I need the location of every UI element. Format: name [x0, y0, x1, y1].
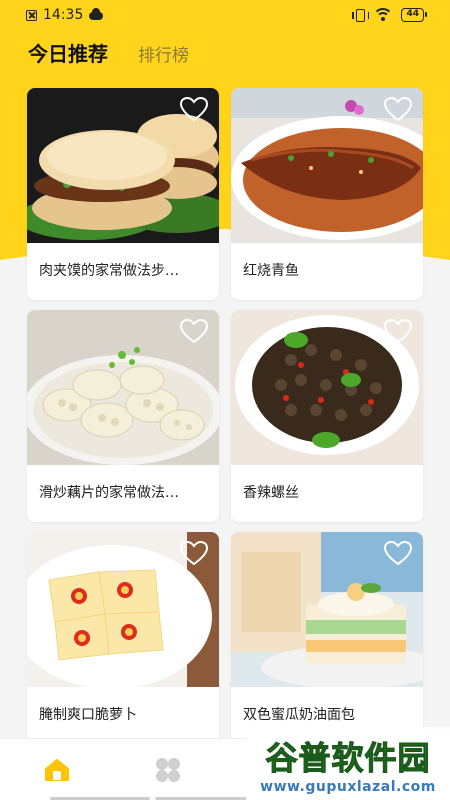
- battery-icon: 44: [401, 8, 427, 22]
- recipe-card[interactable]: 腌制爽口脆萝卜: [27, 532, 219, 744]
- watermark-url: www.gupuxlazal.com: [260, 778, 436, 795]
- home-icon[interactable]: [42, 757, 72, 783]
- recipe-card[interactable]: 肉夹馍的家常做法步…: [27, 88, 219, 300]
- recipe-card[interactable]: 滑炒藕片的家常做法…: [27, 310, 219, 522]
- grid-icon[interactable]: [153, 757, 183, 783]
- status-bar: 14:35 44: [0, 0, 450, 30]
- favorite-heart-icon[interactable]: [179, 318, 209, 344]
- tab-today-recommend[interactable]: 今日推荐: [28, 38, 108, 67]
- favorite-heart-icon[interactable]: [383, 318, 413, 344]
- recipe-title: 腌制爽口脆萝卜: [39, 707, 137, 723]
- cloud-icon: [89, 8, 104, 20]
- watermark-text: 谷普软件园: [265, 738, 431, 777]
- recipe-card[interactable]: 双色蜜瓜奶油面包: [231, 532, 423, 744]
- recipe-card[interactable]: 红烧青鱼: [231, 88, 423, 300]
- recipe-title: 香辣螺丝: [243, 485, 299, 501]
- no-sim-icon: [26, 9, 37, 21]
- status-time: 14:35: [43, 7, 84, 23]
- recipe-grid: 肉夹馍的家常做法步… 红烧青鱼 滑炒藕片的家常做法… 香辣螺丝 腌制爽口脆萝卜 …: [27, 88, 423, 744]
- wifi-icon: [373, 8, 394, 22]
- recipe-title: 红烧青鱼: [243, 263, 299, 279]
- favorite-heart-icon[interactable]: [383, 540, 413, 566]
- recipe-title: 肉夹馍的家常做法步…: [39, 263, 179, 279]
- favorite-heart-icon[interactable]: [383, 96, 413, 122]
- recipe-title: 滑炒藕片的家常做法…: [39, 485, 179, 501]
- favorite-heart-icon[interactable]: [179, 540, 209, 566]
- vibrate-icon: [352, 8, 370, 22]
- watermark: 谷普软件园 www.gupuxlazal.com: [246, 727, 450, 800]
- favorite-heart-icon[interactable]: [179, 96, 209, 122]
- tab-ranking[interactable]: 排行榜: [138, 41, 189, 66]
- top-tabs: 今日推荐 排行榜: [28, 38, 189, 67]
- recipe-card[interactable]: 香辣螺丝: [231, 310, 423, 522]
